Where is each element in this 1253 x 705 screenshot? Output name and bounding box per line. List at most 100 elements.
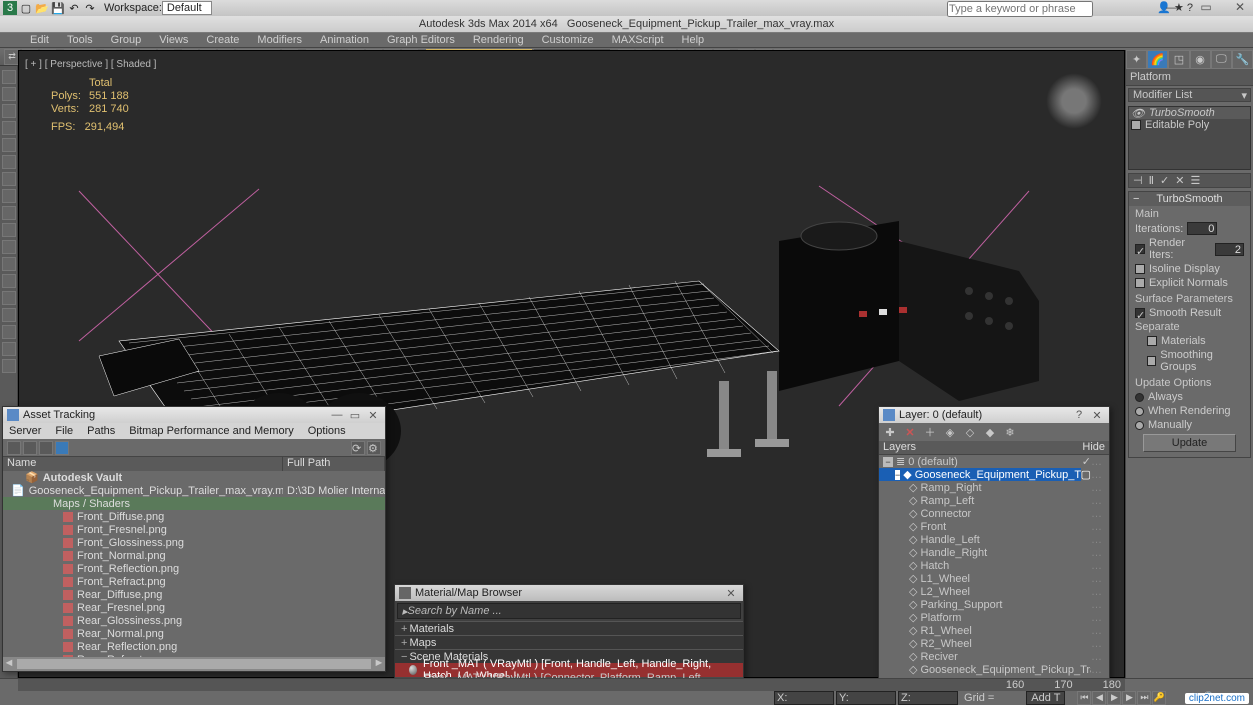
mat-search-input[interactable]: ▸ Search by Name ... xyxy=(397,603,741,619)
viewport-label[interactable]: [ + ] [ Perspective ] [ Shaded ] xyxy=(25,59,156,70)
layers-add-icon[interactable]: ＋ xyxy=(923,425,937,439)
ltool-2[interactable] xyxy=(2,87,16,101)
layers-freeze-icon[interactable]: ❄ xyxy=(1003,425,1017,439)
coord-y[interactable]: Y: xyxy=(836,691,896,705)
asset-col-name[interactable]: Name xyxy=(3,457,283,471)
layers-list[interactable]: −≣ 0 (default)✓… −◆ Gooseneck_Equipment_… xyxy=(879,455,1109,681)
motion-tab[interactable]: ◉ xyxy=(1190,50,1211,68)
explicit-check[interactable] xyxy=(1135,278,1145,288)
modify-tab[interactable]: 🌈 xyxy=(1147,50,1168,68)
ltool-9[interactable] xyxy=(2,206,16,220)
unique-icon[interactable]: ✓ xyxy=(1160,174,1169,187)
ltool-6[interactable] xyxy=(2,155,16,169)
viewcube[interactable] xyxy=(1046,73,1102,129)
asset-tb-4[interactable] xyxy=(55,441,69,455)
menu-animation[interactable]: Animation xyxy=(320,34,369,46)
play-icon[interactable]: ▶ xyxy=(1107,691,1121,705)
show-end-icon[interactable]: Ⅱ xyxy=(1149,174,1154,187)
ltool-16[interactable] xyxy=(2,325,16,339)
asset-menu-options[interactable]: Options xyxy=(308,425,346,437)
ltool-5[interactable] xyxy=(2,138,16,152)
sep-materials-check[interactable] xyxy=(1147,336,1157,346)
config-icon[interactable]: ☰ xyxy=(1190,174,1200,187)
workspace-dropdown[interactable]: Default xyxy=(162,1,212,15)
eye-icon[interactable]: 👁 xyxy=(1131,107,1145,120)
asset-tb-refresh[interactable]: ⟳ xyxy=(351,441,365,455)
utilities-tab[interactable]: 🔧 xyxy=(1232,50,1253,68)
isoline-check[interactable] xyxy=(1135,264,1145,274)
layers-col-name[interactable]: Layers xyxy=(879,441,1073,454)
asset-menu-server[interactable]: Server xyxy=(9,425,41,437)
menu-maxscript[interactable]: MAXScript xyxy=(612,34,664,46)
coord-z[interactable]: Z: xyxy=(898,691,958,705)
asset-menu-file[interactable]: File xyxy=(55,425,73,437)
remove-icon[interactable]: ✕ xyxy=(1175,174,1184,187)
layers-select-icon[interactable]: ◈ xyxy=(943,425,957,439)
asset-list[interactable]: 📦 Autodesk Vault 📄 Gooseneck_Equipment_P… xyxy=(3,471,385,657)
layers-hide-icon[interactable]: ◆ xyxy=(983,425,997,439)
layers-col-hide[interactable]: Hide xyxy=(1073,441,1109,454)
menu-tools[interactable]: Tools xyxy=(67,34,93,46)
layers-delete-icon[interactable]: ✕ xyxy=(903,425,917,439)
key-mode-icon[interactable]: 🔑 xyxy=(1152,691,1166,705)
mat-sec-materials[interactable]: Materials xyxy=(395,621,743,635)
mat-sec-maps[interactable]: Maps xyxy=(395,635,743,649)
goto-end-icon[interactable]: ⏭ xyxy=(1137,691,1151,705)
ltool-12[interactable] xyxy=(2,257,16,271)
save-icon[interactable]: 💾 xyxy=(51,1,65,15)
update-button[interactable]: Update xyxy=(1143,434,1236,452)
pin-icon[interactable]: ⊣ xyxy=(1133,174,1143,187)
menu-edit[interactable]: Edit xyxy=(30,34,49,46)
layers-help-button[interactable]: ? xyxy=(1071,409,1087,422)
stack-toggle[interactable] xyxy=(1131,120,1141,130)
iterations-spinner[interactable]: 0 xyxy=(1187,222,1217,235)
menu-customize[interactable]: Customize xyxy=(542,34,594,46)
layers-close-button[interactable]: ✕ xyxy=(1089,409,1105,422)
menu-rendering[interactable]: Rendering xyxy=(473,34,524,46)
minimize-button[interactable]: — xyxy=(1161,0,1183,14)
undo-icon[interactable]: ↶ xyxy=(67,1,81,15)
layers-new-icon[interactable]: ✚ xyxy=(883,425,897,439)
ltool-18[interactable] xyxy=(2,359,16,373)
open-icon[interactable]: 📂 xyxy=(35,1,49,15)
next-frame-icon[interactable]: ▶ xyxy=(1122,691,1136,705)
prev-frame-icon[interactable]: ◀ xyxy=(1092,691,1106,705)
asset-min-button[interactable]: — xyxy=(329,409,345,422)
close-button[interactable]: ✕ xyxy=(1229,0,1251,14)
asset-close-button[interactable]: ✕ xyxy=(365,409,381,422)
menu-views[interactable]: Views xyxy=(159,34,188,46)
time-slider[interactable]: 160170180 xyxy=(18,679,1125,691)
smooth-result-check[interactable]: ✓ xyxy=(1135,308,1145,318)
asset-col-path[interactable]: Full Path xyxy=(283,457,385,471)
ltool-13[interactable] xyxy=(2,274,16,288)
mat-close-button[interactable]: ✕ xyxy=(723,587,739,600)
coord-x[interactable]: X: xyxy=(774,691,834,705)
modifier-stack[interactable]: 👁TurboSmooth Editable Poly xyxy=(1128,106,1251,170)
menu-group[interactable]: Group xyxy=(111,34,142,46)
ltool-15[interactable] xyxy=(2,308,16,322)
asset-tb-3[interactable] xyxy=(39,441,53,455)
update-manual-radio[interactable] xyxy=(1135,421,1144,430)
ltool-3[interactable] xyxy=(2,104,16,118)
app-icon[interactable]: 3 xyxy=(3,1,17,15)
layers-highlight-icon[interactable]: ◇ xyxy=(963,425,977,439)
ltool-10[interactable] xyxy=(2,223,16,237)
menu-modifiers[interactable]: Modifiers xyxy=(257,34,302,46)
menu-help[interactable]: Help xyxy=(682,34,705,46)
create-tab[interactable]: ✦ xyxy=(1126,50,1147,68)
ltool-1[interactable] xyxy=(2,70,16,84)
asset-max-button[interactable]: ▭ xyxy=(347,409,363,422)
update-render-radio[interactable] xyxy=(1135,407,1144,416)
maximize-button[interactable]: ▭ xyxy=(1195,0,1217,14)
asset-menu-paths[interactable]: Paths xyxy=(87,425,115,437)
asset-menu-bitmap[interactable]: Bitmap Performance and Memory xyxy=(129,425,293,437)
display-tab[interactable]: 🖵 xyxy=(1211,50,1232,68)
help-search-input[interactable] xyxy=(947,1,1093,17)
modifier-list-dropdown[interactable]: Modifier List xyxy=(1128,88,1251,102)
new-icon[interactable]: ▢ xyxy=(19,1,33,15)
ltool-17[interactable] xyxy=(2,342,16,356)
asset-tb-opts[interactable]: ⚙ xyxy=(367,441,381,455)
asset-tb-2[interactable] xyxy=(23,441,37,455)
goto-start-icon[interactable]: ⏮ xyxy=(1077,691,1091,705)
ltool-7[interactable] xyxy=(2,172,16,186)
